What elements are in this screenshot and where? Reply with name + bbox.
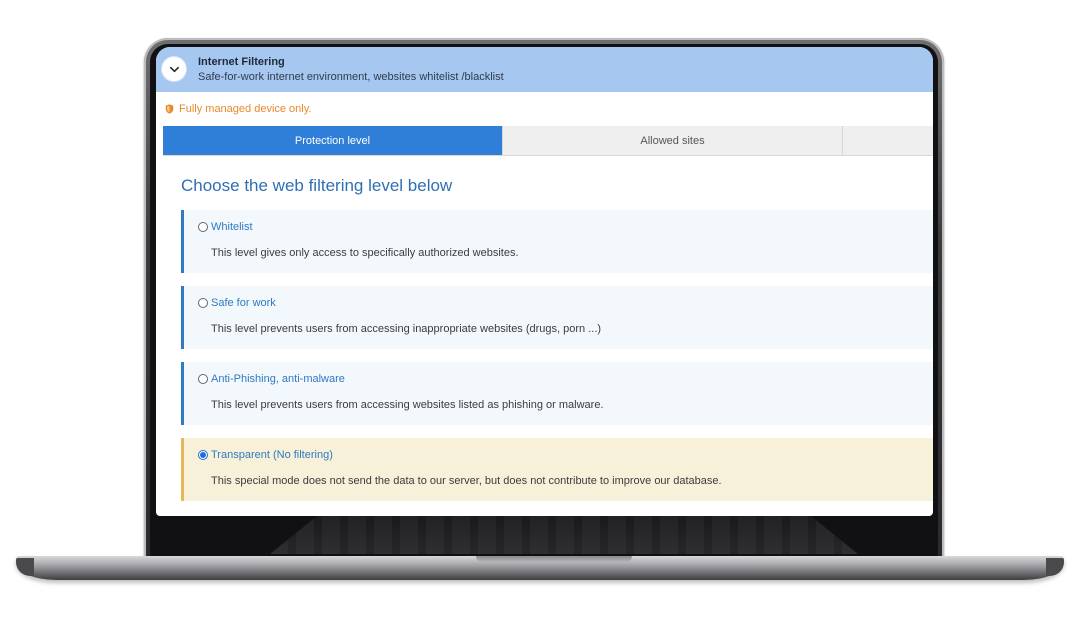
option-description: This level gives only access to specific…	[211, 247, 519, 259]
laptop-screen: Internet Filtering Safe-for-work interne…	[156, 47, 933, 516]
keyboard-reflection	[270, 516, 858, 554]
option-label[interactable]: Whitelist	[211, 221, 253, 233]
radio-whitelist[interactable]	[198, 222, 208, 232]
option-description: This level prevents users from accessing…	[211, 399, 604, 411]
option-anti-phishing[interactable]: Anti-Phishing, anti-malware This level p…	[181, 362, 933, 425]
panel-subtitle: Safe-for-work internet environment, webs…	[198, 71, 504, 83]
panel-header[interactable]: Internet Filtering Safe-for-work interne…	[156, 47, 933, 92]
option-description: This level prevents users from accessing…	[211, 323, 602, 335]
laptop-base-notch	[476, 556, 632, 562]
option-whitelist[interactable]: Whitelist This level gives only access t…	[181, 210, 933, 273]
section-title: Choose the web filtering level below	[181, 176, 453, 195]
laptop-base-edge-left	[16, 558, 34, 576]
tab-allowed-sites[interactable]: Allowed sites	[503, 126, 843, 155]
option-label[interactable]: Anti-Phishing, anti-malware	[211, 373, 345, 385]
option-label[interactable]: Transparent (No filtering)	[211, 449, 333, 461]
tab-extra[interactable]	[843, 126, 933, 155]
shield-icon	[165, 104, 174, 114]
laptop-base	[16, 556, 1064, 580]
notice-text: Fully managed device only.	[179, 103, 312, 115]
option-transparent[interactable]: Transparent (No filtering) This special …	[181, 438, 933, 501]
option-label[interactable]: Safe for work	[211, 297, 276, 309]
radio-safe-for-work[interactable]	[198, 298, 208, 308]
collapse-button[interactable]	[162, 57, 186, 81]
panel-title: Internet Filtering	[198, 56, 285, 68]
radio-anti-phishing[interactable]	[198, 374, 208, 384]
tab-bar: Protection level Allowed sites	[163, 126, 933, 156]
laptop-base-edge-right	[1046, 558, 1064, 576]
chevron-down-icon	[169, 66, 179, 72]
option-safe-for-work[interactable]: Safe for work This level prevents users …	[181, 286, 933, 349]
option-description: This special mode does not send the data…	[211, 475, 722, 487]
managed-device-notice: Fully managed device only.	[165, 103, 311, 115]
radio-transparent[interactable]	[198, 450, 208, 460]
tab-protection-level[interactable]: Protection level	[163, 126, 503, 155]
